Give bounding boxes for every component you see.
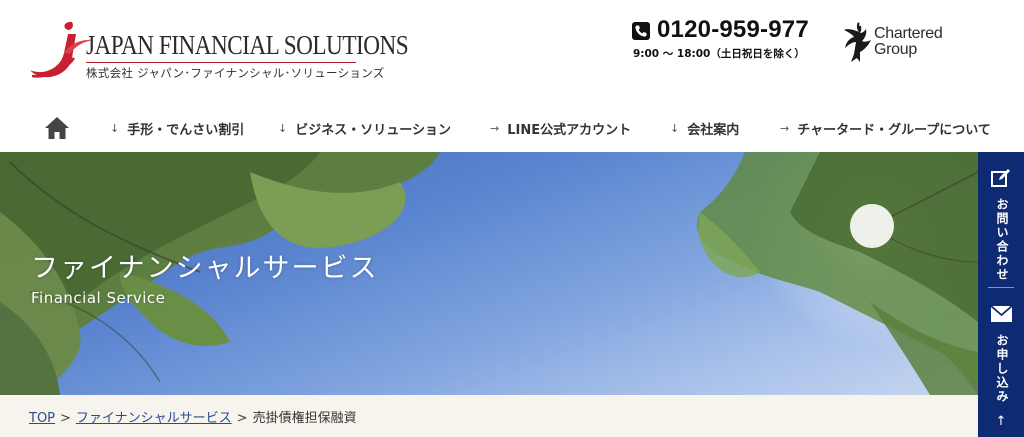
mail-icon [991, 306, 1012, 322]
breadcrumb-separator: > [60, 411, 71, 426]
phone-icon [632, 22, 650, 40]
chartered-group-text: Chartered Group [874, 25, 943, 58]
nav-item-business-solutions[interactable]: ↓ ビジネス・ソリューション [278, 105, 451, 152]
arrow-down-icon: ↓ [670, 122, 680, 135]
eagle-icon [844, 22, 871, 62]
arrow-up-icon: ↑ [995, 414, 1007, 429]
logo-english-name: JAPAN FINANCIAL SOLUTIONS [86, 30, 409, 60]
site-header: JAPAN FINANCIAL SOLUTIONS 株式会社 ジャパン･ファイナ… [0, 0, 1024, 105]
nav-item-label: LINE公式アカウント [507, 123, 632, 138]
home-icon[interactable] [44, 116, 70, 140]
hero-banner: ファイナンシャルサービス Financial Service [0, 152, 978, 395]
group-line: Group [874, 41, 917, 58]
breadcrumb-current: 売掛債権担保融資 [252, 411, 357, 426]
edit-icon [991, 169, 1010, 187]
business-hours: 9:00 〜 18:00（土日祝日を除く） [633, 48, 805, 60]
nav-item-company-info[interactable]: ↓ 会社案内 [670, 105, 739, 152]
contact-label: お問い合わせ [995, 198, 1009, 282]
arrow-right-icon: → [490, 122, 500, 135]
logo-japanese-name: 株式会社 ジャパン･ファイナンシャル･ソリューションズ [86, 66, 385, 80]
nav-item-line-account[interactable]: → LINE公式アカウント [490, 105, 631, 152]
chartered-line: Chartered [874, 25, 943, 42]
phone-contact[interactable]: 0120-959-977 9:00 〜 18:00（土日祝日を除く） [632, 16, 832, 62]
arrow-down-icon: ↓ [110, 122, 120, 135]
arrow-down-icon: ↓ [278, 122, 288, 135]
breadcrumb-separator: > [236, 411, 248, 426]
chartered-group-logo[interactable]: Chartered Group [842, 20, 962, 64]
apply-button[interactable]: お申し込み [978, 288, 1024, 412]
contact-button[interactable]: お問い合わせ [978, 152, 1024, 287]
nav-item-label: 手形・でんさい割引 [127, 123, 245, 138]
nav-item-label: 会社案内 [687, 123, 740, 138]
back-to-top-button[interactable]: ↑ [978, 414, 1024, 437]
breadcrumb-link-financial-service[interactable]: ファイナンシャルサービス [76, 411, 232, 426]
page-title: ファイナンシャルサービス [31, 253, 379, 284]
apply-label: お申し込み [995, 334, 1009, 404]
breadcrumb-bar: TOP > ファイナンシャルサービス > 売掛債権担保融資 [0, 395, 978, 437]
nav-item-tegata-discount[interactable]: ↓ 手形・でんさい割引 [110, 105, 244, 152]
page-subtitle: Financial Service [31, 289, 166, 307]
breadcrumb: TOP > ファイナンシャルサービス > 売掛債権担保融資 [29, 407, 357, 426]
floating-sidebar: お問い合わせ お申し込み ↑ [978, 152, 1024, 437]
nav-item-label: チャータード・グループについて [797, 123, 991, 138]
phone-number[interactable]: 0120-959-977 [657, 16, 809, 44]
nav-item-label: ビジネス・ソリューション [295, 123, 451, 138]
company-logo[interactable]: JAPAN FINANCIAL SOLUTIONS 株式会社 ジャパン･ファイナ… [28, 20, 409, 82]
breadcrumb-link-top[interactable]: TOP [29, 411, 55, 426]
arrow-right-icon: → [780, 122, 790, 135]
nav-item-chartered-group[interactable]: → チャータード・グループについて [780, 105, 991, 152]
main-nav: ↓ 手形・でんさい割引 ↓ ビジネス・ソリューション → LINE公式アカウント… [0, 105, 1024, 152]
logo-divider [86, 62, 356, 63]
